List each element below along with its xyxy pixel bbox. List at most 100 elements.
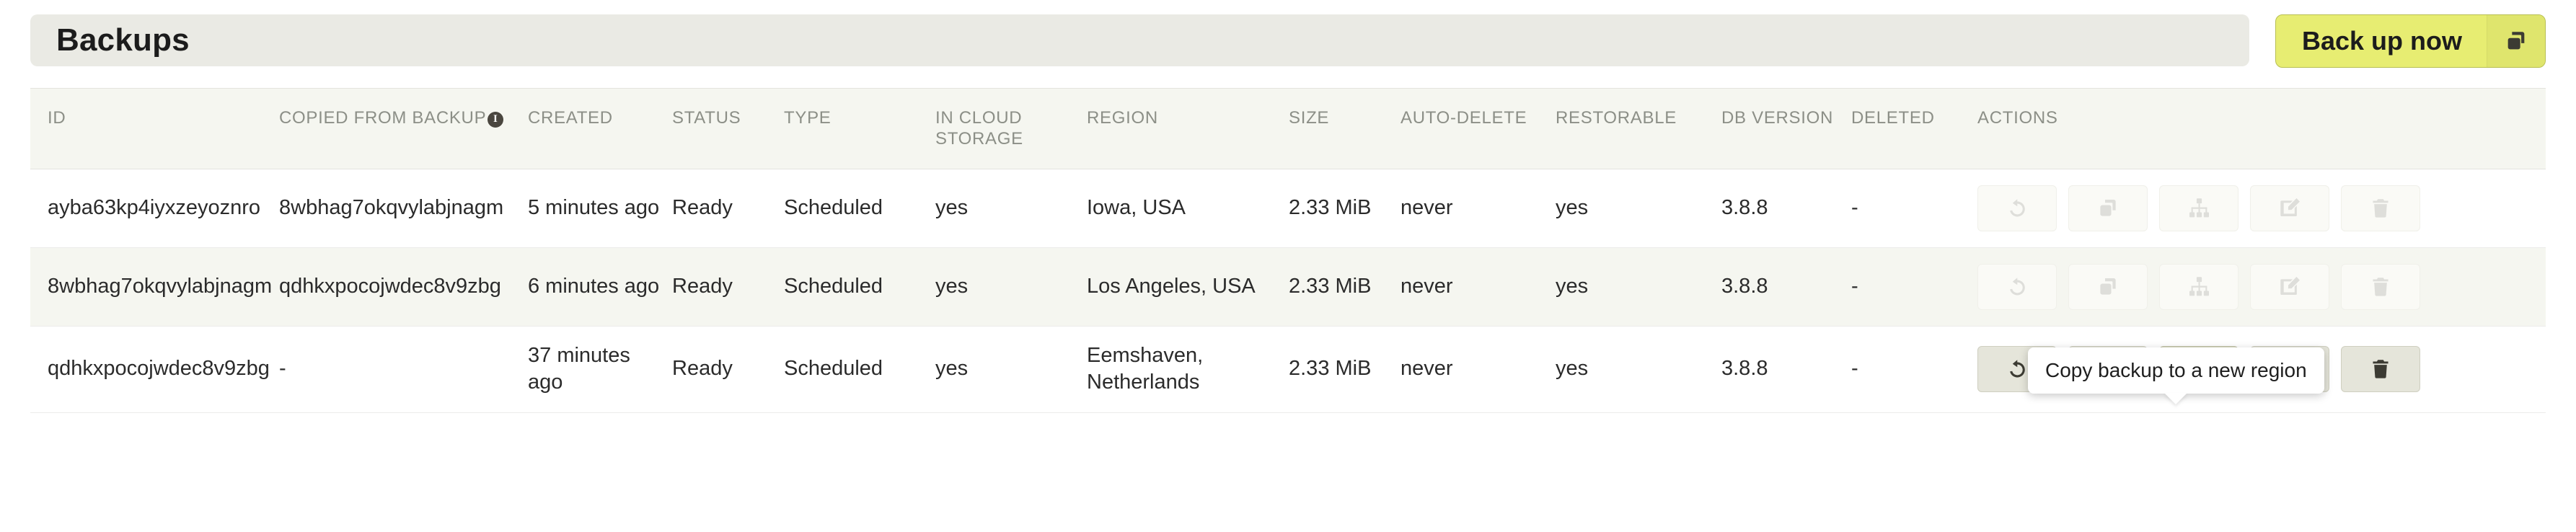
info-icon[interactable]: i (488, 111, 504, 128)
table-head: ID COPIED FROM BACKUP i CREATED STATUS TY… (30, 88, 2546, 169)
cell-cloud: yes (935, 247, 1087, 327)
restore-icon (2005, 196, 2029, 221)
restore-action-button (1977, 263, 2057, 310)
cell-size: 2.33 MiB (1289, 169, 1401, 248)
edit-action-button (2250, 185, 2329, 231)
copy-action-button (2068, 263, 2148, 310)
cell-auto: never (1401, 326, 1556, 413)
cell-type: Scheduled (784, 169, 935, 248)
copy-icon (2487, 15, 2545, 67)
cell-dbver: 3.8.8 (1721, 247, 1851, 327)
column-header-region-label: REGION (1087, 108, 1158, 128)
cell-actions (1977, 247, 2546, 327)
column-header-type-label: TYPE (784, 108, 832, 128)
trash-icon (2369, 358, 2392, 381)
column-header-id-label: ID (48, 108, 66, 128)
column-header-type[interactable]: TYPE (784, 89, 935, 169)
page-title: Backups (56, 22, 190, 58)
action-button-group (1977, 263, 2528, 310)
sitemap-action-button (2159, 263, 2238, 310)
column-header-deleted-label: DELETED (1851, 108, 1935, 128)
cell-deleted: - (1851, 326, 1977, 413)
edit-icon (2278, 275, 2302, 298)
trash-action-button[interactable] (2341, 346, 2420, 393)
column-header-restorable-label: RESTORABLE (1556, 108, 1677, 128)
cell-restore: yes (1556, 326, 1721, 413)
column-header-cloud[interactable]: IN CLOUD STORAGE (935, 89, 1087, 169)
copy-icon (2096, 197, 2120, 220)
cell-id: ayba63kp4iyxzeyoznro (30, 169, 279, 248)
column-header-status-label: STATUS (672, 108, 741, 128)
cell-auto: never (1401, 169, 1556, 248)
page-title-plate: Backups (30, 14, 2249, 66)
cell-deleted: - (1851, 169, 1977, 248)
column-header-region[interactable]: REGION (1087, 89, 1289, 169)
column-header-id[interactable]: ID (30, 89, 279, 169)
cell-region: Eemshaven, Netherlands (1087, 326, 1289, 413)
cell-auto: never (1401, 247, 1556, 327)
page-header: Backups Back up now (0, 0, 2576, 88)
column-header-actions-label: ACTIONS (1977, 108, 2058, 128)
cell-restore: yes (1556, 169, 1721, 248)
column-header-status[interactable]: STATUS (672, 89, 784, 169)
cell-cloud: yes (935, 326, 1087, 413)
restore-icon (2005, 357, 2029, 381)
cell-id: qdhkxpocojwdec8v9zbg (30, 326, 279, 413)
column-header-size[interactable]: SIZE (1289, 89, 1401, 169)
cell-type: Scheduled (784, 247, 935, 327)
copy-action-button (2068, 185, 2148, 231)
cell-deleted: - (1851, 247, 1977, 327)
back-up-now-label: Back up now (2301, 26, 2462, 56)
column-header-deleted[interactable]: DELETED (1851, 89, 1977, 169)
sitemap-icon (2187, 275, 2211, 298)
edit-icon (2278, 196, 2302, 220)
cell-cloud: yes (935, 169, 1087, 248)
tooltip-text: Copy backup to a new region (2045, 359, 2307, 381)
column-header-created-label: CREATED (528, 108, 613, 128)
column-header-dbversion-label: DB VERSION (1721, 108, 1834, 128)
cell-status: Ready (672, 247, 784, 327)
column-header-auto-label: AUTO-DELETE (1401, 108, 1527, 128)
cell-copied: qdhkxpocojwdec8v9zbg (279, 247, 528, 327)
cell-type: Scheduled (784, 326, 935, 413)
cell-restore: yes (1556, 247, 1721, 327)
cell-copied: - (279, 326, 528, 413)
column-header-cloud-label: IN CLOUD STORAGE (935, 108, 1023, 149)
column-header-restorable[interactable]: RESTORABLE (1556, 89, 1721, 169)
cell-status: Ready (672, 326, 784, 413)
action-button-group (1977, 185, 2528, 231)
table-row: 8wbhag7okqvylabjnagm qdhkxpocojwdec8v9zbg… (30, 247, 2546, 327)
column-header-dbversion[interactable]: DB VERSION (1721, 89, 1851, 169)
table-header-row: ID COPIED FROM BACKUP i CREATED STATUS TY… (30, 88, 2546, 169)
back-up-now-button[interactable]: Back up now (2275, 14, 2546, 68)
trash-action-button (2341, 263, 2420, 310)
column-header-actions: ACTIONS (1977, 89, 2546, 169)
cell-id: 8wbhag7okqvylabjnagm (30, 247, 279, 327)
column-header-created[interactable]: CREATED (528, 89, 672, 169)
edit-action-button (2250, 263, 2329, 310)
restore-icon (2005, 275, 2029, 299)
tooltip: Copy backup to a new region (2028, 347, 2324, 394)
column-header-copied-label: COPIED FROM BACKUP (279, 108, 487, 128)
cell-size: 2.33 MiB (1289, 247, 1401, 327)
trash-icon (2369, 275, 2392, 298)
cell-region: Los Angeles, USA (1087, 247, 1289, 327)
cell-region: Iowa, USA (1087, 169, 1289, 248)
restore-action-button (1977, 185, 2057, 231)
sitemap-icon (2187, 196, 2211, 220)
sitemap-action-button (2159, 185, 2238, 231)
cell-created: 5 minutes ago (528, 169, 672, 248)
cell-created: 6 minutes ago (528, 247, 672, 327)
column-header-auto[interactable]: AUTO-DELETE (1401, 89, 1556, 169)
trash-action-button (2341, 185, 2420, 231)
cell-status: Ready (672, 169, 784, 248)
cell-dbver: 3.8.8 (1721, 326, 1851, 413)
table-row: ayba63kp4iyxzeyoznro 8wbhag7okqvylabjnagm… (30, 169, 2546, 248)
copy-icon (2096, 275, 2120, 298)
column-header-size-label: SIZE (1289, 108, 1330, 128)
cell-created: 37 minutes ago (528, 326, 672, 413)
cell-copied: 8wbhag7okqvylabjnagm (279, 169, 528, 248)
column-header-copied[interactable]: COPIED FROM BACKUP i (279, 89, 528, 169)
cell-actions (1977, 169, 2546, 248)
cell-size: 2.33 MiB (1289, 326, 1401, 413)
